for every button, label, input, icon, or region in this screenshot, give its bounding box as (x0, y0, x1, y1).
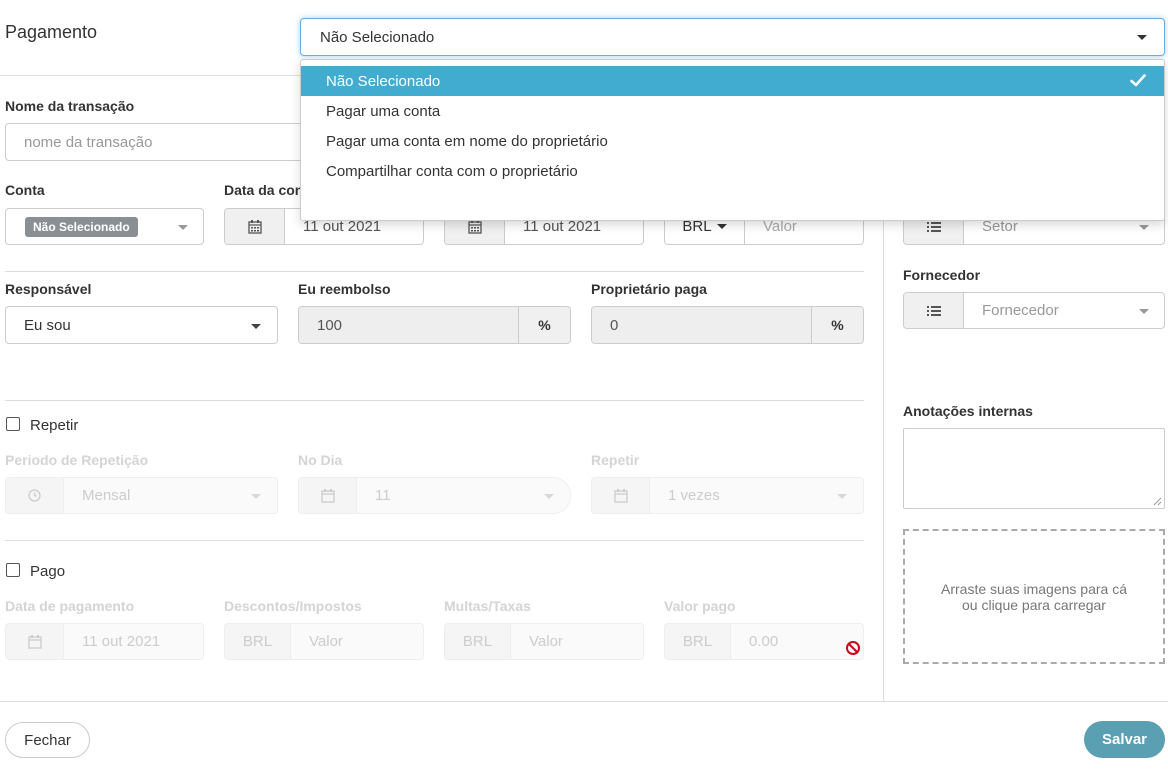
responsible-label: Responsável (5, 281, 92, 297)
save-button[interactable]: Salvar (1084, 721, 1165, 758)
footer-divider (0, 701, 1168, 702)
list-icon (904, 293, 964, 328)
fees-field[interactable]: BRL Valor (444, 623, 644, 660)
menu-item-label: Não Selecionado (326, 72, 441, 90)
owner-pays-field[interactable]: 0 % (591, 306, 864, 344)
section-divider (5, 400, 864, 401)
payment-type-value: Não Selecionado (320, 28, 435, 46)
paid-currency: BRL (665, 624, 731, 659)
menu-item[interactable]: Compartilhar conta com o proprietário (301, 156, 1164, 186)
reimburse-value: 100 (299, 307, 518, 343)
chevron-down-icon (251, 494, 261, 499)
reimburse-label: Eu reembolso (298, 281, 391, 297)
upload-text: Arraste suas imagens para cá ou clique p… (941, 580, 1127, 613)
account-badge: Não Selecionado (25, 216, 138, 237)
image-upload-dropzone[interactable]: Arraste suas imagens para cá ou clique p… (903, 529, 1165, 664)
times-value: 1 vezes (650, 478, 863, 513)
payment-date-field[interactable]: 11 out 2021 (5, 623, 204, 660)
paid-checkbox[interactable] (6, 563, 20, 577)
repeat-checkbox-label: Repetir (30, 417, 79, 434)
payment-type-select[interactable]: Não Selecionado (300, 18, 1165, 56)
calendar-icon (225, 209, 285, 244)
page-title: Pagamento (5, 22, 98, 42)
chevron-down-icon (251, 324, 261, 329)
section-divider (5, 540, 864, 541)
repeat-checkbox[interactable] (6, 417, 20, 431)
percent-addon: % (518, 307, 570, 343)
section-divider (5, 271, 864, 272)
supplier-select[interactable]: Fornecedor (903, 292, 1165, 329)
discount-placeholder: Valor (291, 624, 423, 659)
supplier-label: Fornecedor (903, 267, 981, 283)
supplier-placeholder: Fornecedor (982, 302, 1059, 319)
menu-item[interactable]: Pagar uma conta em nome do proprietário (301, 126, 1164, 156)
transaction-name-placeholder: nome da transação (24, 133, 153, 151)
paid-value-label: Valor pago (664, 598, 736, 614)
notes-textarea[interactable] (903, 428, 1165, 509)
owner-pays-label: Proprietário paga (591, 281, 707, 297)
paid-value: 0.00 (731, 624, 863, 659)
period-label: Periodo de Repetição (5, 452, 149, 468)
menu-item-label: Pagar uma conta (326, 102, 441, 120)
discount-currency: BRL (225, 624, 291, 659)
chevron-down-icon (1139, 309, 1149, 314)
chevron-down-icon (1139, 225, 1149, 230)
menu-item-label: Pagar uma conta em nome do proprietário (326, 132, 608, 150)
check-icon (1130, 74, 1146, 87)
chevron-down-icon (716, 224, 727, 229)
payment-type-menu: Não Selecionado Pagar uma conta Pagar um… (300, 59, 1165, 221)
menu-item[interactable]: Não Selecionado (301, 66, 1164, 96)
paid-checkbox-label: Pago (30, 563, 66, 580)
day-value: 11 (357, 478, 570, 513)
fees-label: Multas/Taxas (444, 598, 531, 614)
menu-item[interactable]: Pagar uma conta (301, 96, 1164, 126)
percent-addon: % (811, 307, 863, 343)
reimburse-field[interactable]: 100 % (298, 306, 571, 344)
times-label: Repetir (591, 452, 640, 468)
account-select[interactable]: Não Selecionado (5, 208, 204, 245)
header-divider (0, 75, 300, 76)
resize-handle-icon[interactable] (1153, 497, 1162, 506)
clock-icon (6, 478, 64, 513)
day-select[interactable]: 11 (298, 477, 571, 514)
close-button[interactable]: Fechar (5, 722, 90, 758)
chevron-down-icon (178, 225, 188, 230)
responsible-value: Eu sou (24, 316, 71, 334)
times-select[interactable]: 1 vezes (591, 477, 864, 514)
chevron-down-icon (544, 494, 554, 499)
period-value: Mensal (64, 478, 277, 513)
account-label: Conta (5, 182, 45, 198)
transaction-name-label: Nome da transação (5, 98, 135, 114)
chevron-down-icon (837, 494, 847, 499)
notes-label: Anotações internas (903, 403, 1033, 419)
fees-placeholder: Valor (511, 624, 643, 659)
menu-item-label: Compartilhar conta com o proprietário (326, 162, 578, 180)
calendar-icon (592, 478, 650, 513)
owner-pays-value: 0 (592, 307, 811, 343)
day-label: No Dia (298, 452, 343, 468)
discount-label: Descontos/Impostos (224, 598, 362, 614)
fees-currency: BRL (445, 624, 511, 659)
payment-date-label: Data de pagamento (5, 598, 135, 614)
chevron-down-icon (1137, 35, 1147, 40)
responsible-select[interactable]: Eu sou (5, 306, 278, 344)
discount-field[interactable]: BRL Valor (224, 623, 424, 660)
not-allowed-icon (846, 641, 860, 655)
due-date-label: Data da con (224, 182, 300, 198)
paid-value-field[interactable]: BRL 0.00 (664, 623, 864, 660)
period-select[interactable]: Mensal (5, 477, 278, 514)
payment-date-value: 11 out 2021 (64, 624, 203, 659)
calendar-icon (6, 624, 64, 659)
calendar-icon (299, 478, 357, 513)
